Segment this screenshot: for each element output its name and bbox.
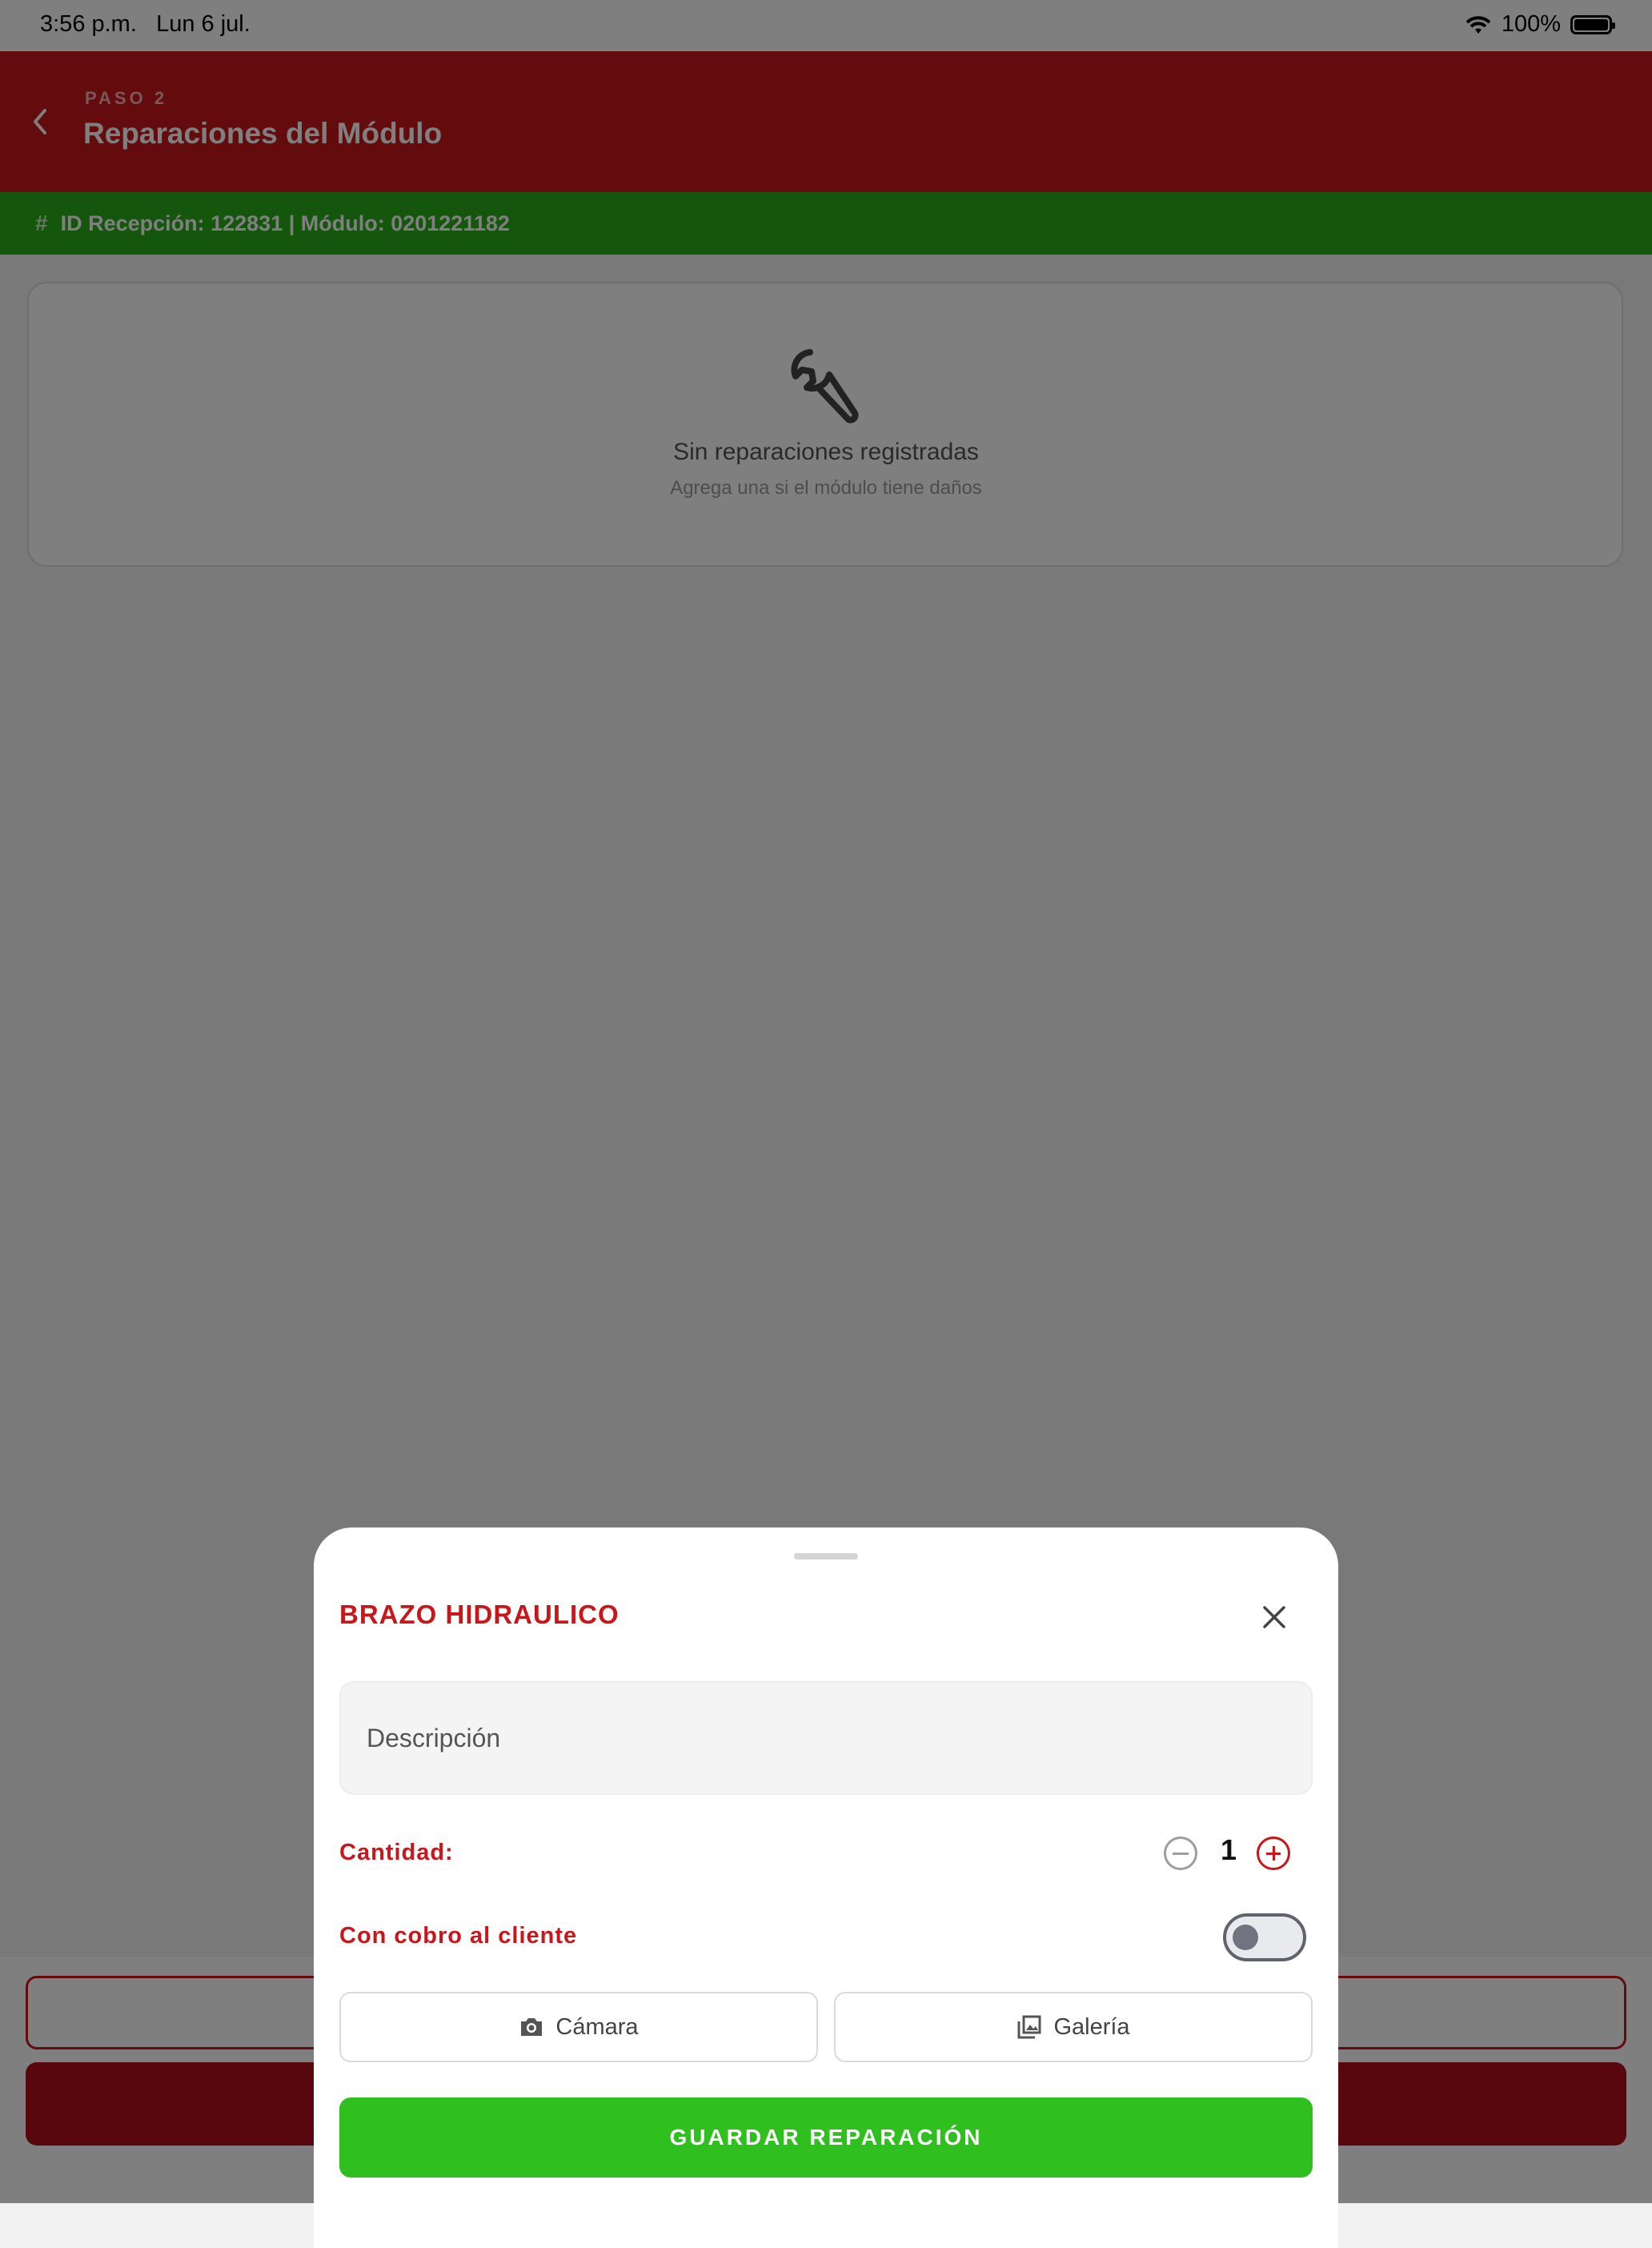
description-field[interactable]: [339, 1681, 1313, 1795]
description-input[interactable]: [341, 1683, 1311, 1793]
charge-label: Con cobro al cliente: [339, 1923, 578, 1949]
save-repair-label: GUARDAR REPARACIÓN: [669, 2125, 983, 2150]
quantity-value: 1: [1220, 1833, 1237, 1866]
camera-button[interactable]: Cámara: [339, 1992, 818, 2062]
camera-label: Cámara: [555, 2013, 639, 2040]
repair-title: BRAZO HIDRAULICO: [339, 1600, 620, 1629]
sheet-drag-handle[interactable]: [794, 1553, 858, 1560]
charge-toggle-knob: [1233, 1925, 1258, 1950]
close-icon: [1263, 1606, 1285, 1628]
gallery-button[interactable]: Galería: [834, 1992, 1313, 2062]
gallery-icon: [1017, 2015, 1041, 2039]
save-repair-button[interactable]: GUARDAR REPARACIÓN: [339, 2097, 1313, 2178]
close-button[interactable]: [1257, 1600, 1292, 1635]
quantity-decrement-button[interactable]: [1164, 1837, 1197, 1870]
camera-icon: [521, 2018, 543, 2036]
quantity-increment-button[interactable]: [1257, 1837, 1290, 1870]
quantity-label: Cantidad:: [339, 1840, 454, 1865]
gallery-label: Galería: [1053, 2013, 1130, 2040]
